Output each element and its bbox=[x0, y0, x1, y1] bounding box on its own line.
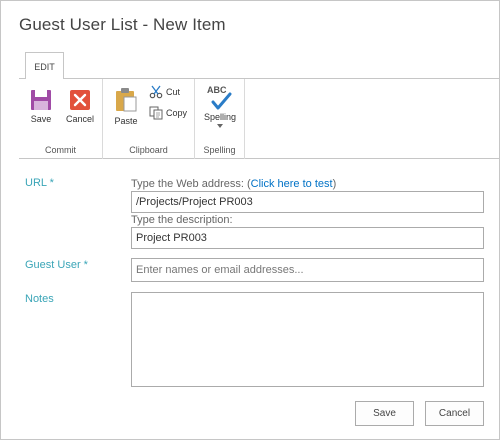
paste-label: Paste bbox=[114, 116, 138, 126]
paste-icon bbox=[116, 88, 137, 112]
spelling-icon: ABC bbox=[205, 85, 235, 111]
url-hint-prefix: Type the Web address: ( bbox=[131, 178, 251, 190]
ribbon-spelling-button[interactable]: ABC Spelling bbox=[198, 85, 242, 128]
dialog-title: Guest User List - New Item bbox=[19, 15, 226, 34]
copy-icon bbox=[149, 106, 163, 120]
cancel-button[interactable]: Cancel bbox=[425, 401, 484, 426]
guest-user-label: Guest User * bbox=[25, 259, 88, 271]
notes-label: Notes bbox=[25, 293, 54, 305]
tab-edit[interactable]: EDIT bbox=[25, 52, 64, 79]
ribbon-group-commit: Save Cancel Commit bbox=[19, 79, 103, 159]
ribbon-group-clipboard: Paste Cut Copy Clipboard bbox=[103, 79, 195, 159]
ribbon-paste-button[interactable]: Paste bbox=[109, 87, 143, 126]
spelling-label: Spelling bbox=[203, 112, 237, 122]
notes-textarea[interactable] bbox=[131, 292, 484, 387]
url-hint-suffix: ) bbox=[332, 178, 337, 190]
group-label-spelling: Spelling bbox=[203, 145, 236, 155]
cut-label: Cut bbox=[166, 87, 181, 97]
dropdown-arrow-icon bbox=[217, 124, 223, 128]
ribbon-copy-button[interactable]: Copy bbox=[149, 106, 187, 120]
group-label-commit: Commit bbox=[45, 145, 76, 155]
ribbon: Save Cancel Commit Paste Cut Copy Clipbo… bbox=[19, 78, 499, 159]
copy-label: Copy bbox=[166, 108, 188, 118]
group-label-clipboard: Clipboard bbox=[129, 145, 168, 155]
save-button[interactable]: Save bbox=[355, 401, 414, 426]
cancel-label: Cancel bbox=[65, 114, 94, 124]
cancel-icon bbox=[70, 90, 90, 110]
save-label: Save bbox=[30, 114, 52, 124]
dialog-frame: Guest User List - New Item EDIT Save Can… bbox=[0, 0, 500, 440]
click-here-to-test-link[interactable]: Click here to test bbox=[251, 178, 333, 190]
url-address-input[interactable]: /Projects/Project PR003 bbox=[131, 191, 484, 213]
guest-user-input[interactable]: Enter names or email addresses... bbox=[131, 258, 484, 282]
url-description-hint: Type the description: bbox=[131, 214, 233, 226]
url-description-input[interactable]: Project PR003 bbox=[131, 227, 484, 249]
ribbon-cancel-button[interactable]: Cancel bbox=[61, 89, 99, 124]
ribbon-cut-button[interactable]: Cut bbox=[149, 85, 180, 99]
save-icon bbox=[31, 90, 51, 110]
ribbon-save-button[interactable]: Save bbox=[23, 89, 59, 124]
url-label: URL * bbox=[25, 177, 54, 189]
cut-icon bbox=[149, 85, 163, 99]
ribbon-group-spelling: ABC Spelling Spelling bbox=[195, 79, 245, 159]
url-address-hint: Type the Web address: (Click here to tes… bbox=[131, 178, 336, 190]
